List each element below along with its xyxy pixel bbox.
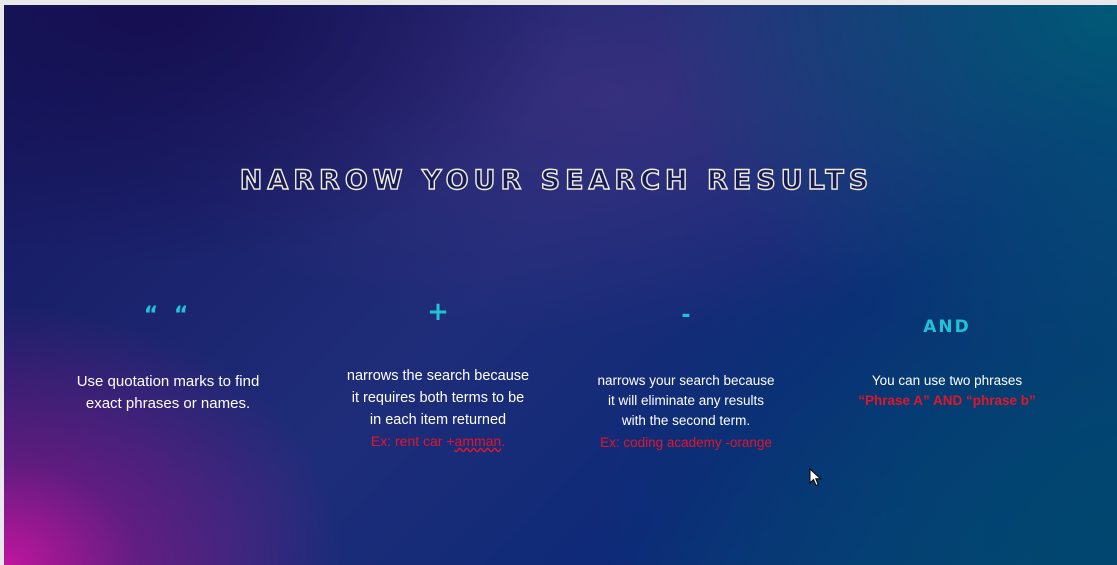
plus-example: Ex: rent car +amman.: [318, 431, 558, 451]
example-suffix: .: [501, 433, 506, 449]
and-symbol: AND: [923, 317, 971, 337]
description-line: with the second term.: [621, 413, 751, 428]
minus-symbol: -: [681, 303, 691, 328]
description-line: in each item returned: [369, 412, 507, 428]
description-line: exact phrases or names.: [85, 395, 251, 412]
description-line: narrows the search because: [346, 368, 530, 384]
minus-example: Ex: coding academy -orange: [600, 435, 772, 450]
plus-description: narrows the search because it requires b…: [318, 365, 558, 431]
plus-symbol: +: [427, 297, 449, 327]
description-line: narrows your search because: [597, 373, 775, 388]
description-line: You can use two phrases: [871, 373, 1023, 388]
slide-canvas: NARROW YOUR SEARCH RESULTS “ “ Use quota…: [4, 5, 1117, 565]
description-line: it requires both terms to be: [351, 390, 525, 406]
minus-description: narrows your search because it will elim…: [566, 371, 806, 431]
quotes-description: Use quotation marks to find exact phrase…: [48, 371, 288, 415]
quotes-symbol: “ “: [143, 303, 193, 328]
slide-title: NARROW YOUR SEARCH RESULTS: [239, 164, 874, 196]
and-description: You can use two phrases: [827, 371, 1067, 391]
and-example: “Phrase A” AND “phrase b”: [858, 393, 1036, 408]
example-prefix: Ex: rent car +: [370, 433, 455, 449]
description-line: Use quotation marks to find: [76, 373, 260, 390]
description-line: it will eliminate any results: [607, 393, 765, 408]
example-underlined-word: amman: [454, 433, 502, 449]
mouse-pointer-icon: [809, 468, 822, 487]
